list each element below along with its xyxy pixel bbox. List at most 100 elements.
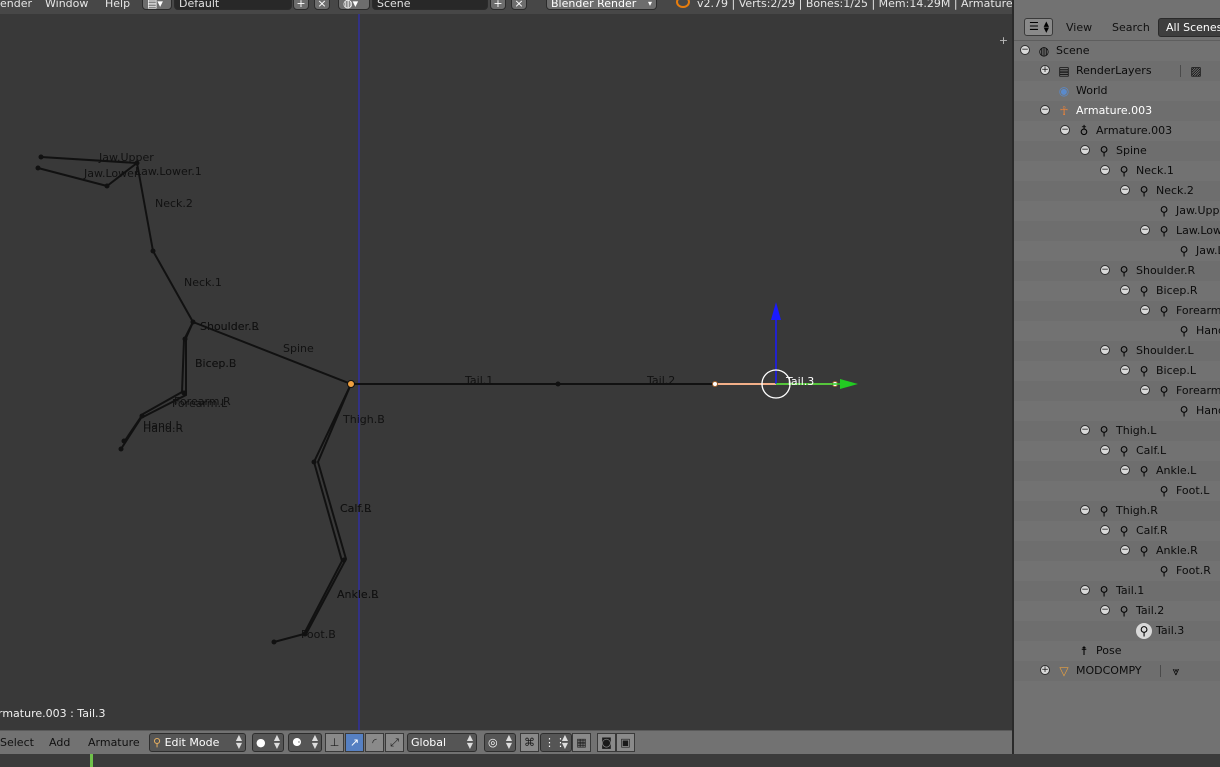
outliner-row[interactable]: − ⚲ Ankle.R <box>1014 541 1220 561</box>
collapse-icon[interactable]: − <box>1120 285 1130 295</box>
outliner-row[interactable]: + ▤ RenderLayers ▨ <box>1014 61 1220 81</box>
outliner-row[interactable]: ⚲ Foot.R <box>1014 561 1220 581</box>
outliner-row[interactable]: − ⚲ Spine <box>1014 141 1220 161</box>
outliner-row[interactable]: ⚲ Jaw.Lower <box>1014 241 1220 261</box>
manipulator-toggle-icon[interactable]: ⊥ <box>325 733 344 752</box>
menu-armature[interactable]: Armature <box>88 736 140 749</box>
pivot-point-dropdown[interactable]: ⚈ ▲ ▼ <box>288 733 322 752</box>
outliner-row[interactable]: ◉ World <box>1014 81 1220 101</box>
collapse-icon[interactable]: − <box>1140 385 1150 395</box>
outliner-row[interactable]: − ◍ Scene <box>1014 41 1220 61</box>
outliner-row-label: Tail.2 <box>1136 604 1165 617</box>
outliner-row[interactable]: − ⚲ Tail.1 <box>1014 581 1220 601</box>
menu-help[interactable]: Help <box>105 0 130 10</box>
collapse-icon[interactable]: − <box>1060 125 1070 135</box>
collapse-icon[interactable]: − <box>1100 265 1110 275</box>
collapse-icon[interactable]: − <box>1100 165 1110 175</box>
tail-3-head-joint <box>712 381 718 387</box>
current-frame-marker[interactable] <box>90 754 93 767</box>
delete-layout-button[interactable]: × <box>314 0 330 10</box>
menu-select[interactable]: Select <box>0 736 34 749</box>
outliner-row[interactable]: − ⚲ Tail.2 <box>1014 601 1220 621</box>
transform-orientation-dropdown[interactable]: Global ▲ ▼ <box>407 733 477 752</box>
delete-scene-button[interactable]: × <box>511 0 527 10</box>
collapse-icon[interactable]: − <box>1020 45 1030 55</box>
outliner-row[interactable]: − ⚲ Calf.L <box>1014 441 1220 461</box>
collapse-icon[interactable]: − <box>1100 345 1110 355</box>
outliner-row[interactable]: ⚲ Hand.R <box>1014 321 1220 341</box>
snap-toggle-icon[interactable]: ⌘ <box>520 733 539 752</box>
render-animation-icon[interactable]: ▣ <box>616 733 635 752</box>
outliner-menu-search[interactable]: Search <box>1112 19 1150 37</box>
render-engine-dropdown[interactable]: Blender Render ▾ <box>546 0 657 10</box>
menu-window[interactable]: Window <box>45 0 88 10</box>
outliner-row[interactable]: − ⚲ Neck.1 <box>1014 161 1220 181</box>
mesh-data-icon[interactable]: ⩔ <box>1168 663 1184 679</box>
snap-element-dropdown[interactable]: ⋮⋮ ▲ ▼ <box>540 733 572 752</box>
outliner-row[interactable]: −⚲ Forearm.L <box>1014 381 1220 401</box>
outliner-row[interactable]: −⚲ Forearm.R <box>1014 301 1220 321</box>
outliner-row[interactable]: − ⚲ Bicep.L <box>1014 361 1220 381</box>
collapse-icon[interactable]: − <box>1140 305 1150 315</box>
add-layout-button[interactable]: + <box>293 0 309 10</box>
collapse-icon[interactable]: − <box>1080 585 1090 595</box>
outliner-row[interactable]: ☨ Pose <box>1014 641 1220 661</box>
outliner-row[interactable]: − ⚲ Shoulder.L <box>1014 341 1220 361</box>
bone-label-hand-r: Hand.R <box>143 422 183 435</box>
row-separator <box>1180 65 1181 77</box>
scene-icon-button[interactable]: ◍▾ <box>338 0 370 10</box>
screen-layout-field[interactable]: Default <box>174 0 292 10</box>
add-scene-button[interactable]: + <box>490 0 506 10</box>
scene-field[interactable]: Scene <box>372 0 488 10</box>
outliner-row[interactable]: − ☥ Armature.003 <box>1014 101 1220 121</box>
outliner-row[interactable]: − ⚲ Ankle.L <box>1014 461 1220 481</box>
outliner-menu-view[interactable]: View <box>1066 19 1092 37</box>
collapse-icon[interactable]: − <box>1100 525 1110 535</box>
collapse-icon[interactable]: − <box>1120 545 1130 555</box>
outliner-row[interactable]: ⚲ Tail.3 <box>1014 621 1220 641</box>
outliner-row[interactable]: + ▽ MODCOMPY ⩔ <box>1014 661 1220 681</box>
viewport-object-status: rmature.003 : Tail.3 <box>0 707 106 720</box>
collapse-icon[interactable]: − <box>1080 505 1090 515</box>
collapse-icon[interactable]: − <box>1100 605 1110 615</box>
outliner-row[interactable]: − ⚲ Calf.R <box>1014 521 1220 541</box>
outliner-row[interactable]: ⚲ Jaw.Upper <box>1014 201 1220 221</box>
collapse-icon[interactable]: − <box>1100 445 1110 455</box>
outliner-row[interactable]: − ♁ Armature.003 <box>1014 121 1220 141</box>
menu-render[interactable]: ender <box>0 0 32 10</box>
outliner-row[interactable]: −⚲ Law.Lower.1 <box>1014 221 1220 241</box>
snap-grid-icon[interactable]: ▦ <box>572 733 591 752</box>
collapse-icon[interactable]: − <box>1120 185 1130 195</box>
outliner-row[interactable]: − ⚲ Thigh.L <box>1014 421 1220 441</box>
rotate-manipulator-icon[interactable]: ◜ <box>365 733 384 752</box>
collapse-icon[interactable]: − <box>1040 105 1050 115</box>
render-preview-icon[interactable]: ◙ <box>597 733 616 752</box>
timeline-strip[interactable] <box>0 754 1220 767</box>
outliner-row[interactable]: ⚲ Hand.L <box>1014 401 1220 421</box>
outliner-row[interactable]: − ⚲ Bicep.R <box>1014 281 1220 301</box>
armature-drawing: Jaw.Upper Jaw.LowerLaw.Lower.1 Neck.2 Neck.… <box>35 14 858 730</box>
screen-layout-icon-button[interactable]: ▤▾ <box>142 0 172 10</box>
menu-add[interactable]: Add <box>49 736 70 749</box>
outliner-row[interactable]: − ⚲ Thigh.R <box>1014 501 1220 521</box>
outliner-row[interactable]: − ⚲ Neck.2 <box>1014 181 1220 201</box>
collapse-icon[interactable]: − <box>1140 225 1150 235</box>
collapse-icon[interactable]: − <box>1080 145 1090 155</box>
outliner-row[interactable]: − ⚲ Shoulder.R <box>1014 261 1220 281</box>
editor-type-button[interactable]: ☰ ▲ ▼ <box>1024 18 1053 36</box>
3d-viewport[interactable]: Jaw.Upper Jaw.Lower Law.Lower.1 Neck.2 Neck.… <box>0 14 1012 730</box>
viewport-shading-dropdown[interactable]: ● ▲ ▼ <box>252 733 284 752</box>
proportional-edit-dropdown[interactable]: ◎ ▲ ▼ <box>484 733 516 752</box>
expand-icon[interactable]: + <box>1040 665 1050 675</box>
collapse-icon[interactable]: − <box>1120 465 1130 475</box>
outliner-row[interactable]: ⚲ Foot.L <box>1014 481 1220 501</box>
renderlayer-sub-icon[interactable]: ▨ <box>1188 63 1204 79</box>
mode-dropdown[interactable]: ⚲ Edit Mode ▲ ▼ <box>149 733 246 752</box>
scale-manipulator-icon[interactable]: ⤢ <box>385 733 404 752</box>
translate-manipulator-icon[interactable]: ↗ <box>345 733 364 752</box>
expand-icon[interactable]: + <box>1040 65 1050 75</box>
tool-shelf-expand-icon[interactable]: + <box>998 35 1009 47</box>
outliner-display-mode-dropdown[interactable]: All Scenes <box>1158 18 1220 37</box>
collapse-icon[interactable]: − <box>1080 425 1090 435</box>
collapse-icon[interactable]: − <box>1120 365 1130 375</box>
